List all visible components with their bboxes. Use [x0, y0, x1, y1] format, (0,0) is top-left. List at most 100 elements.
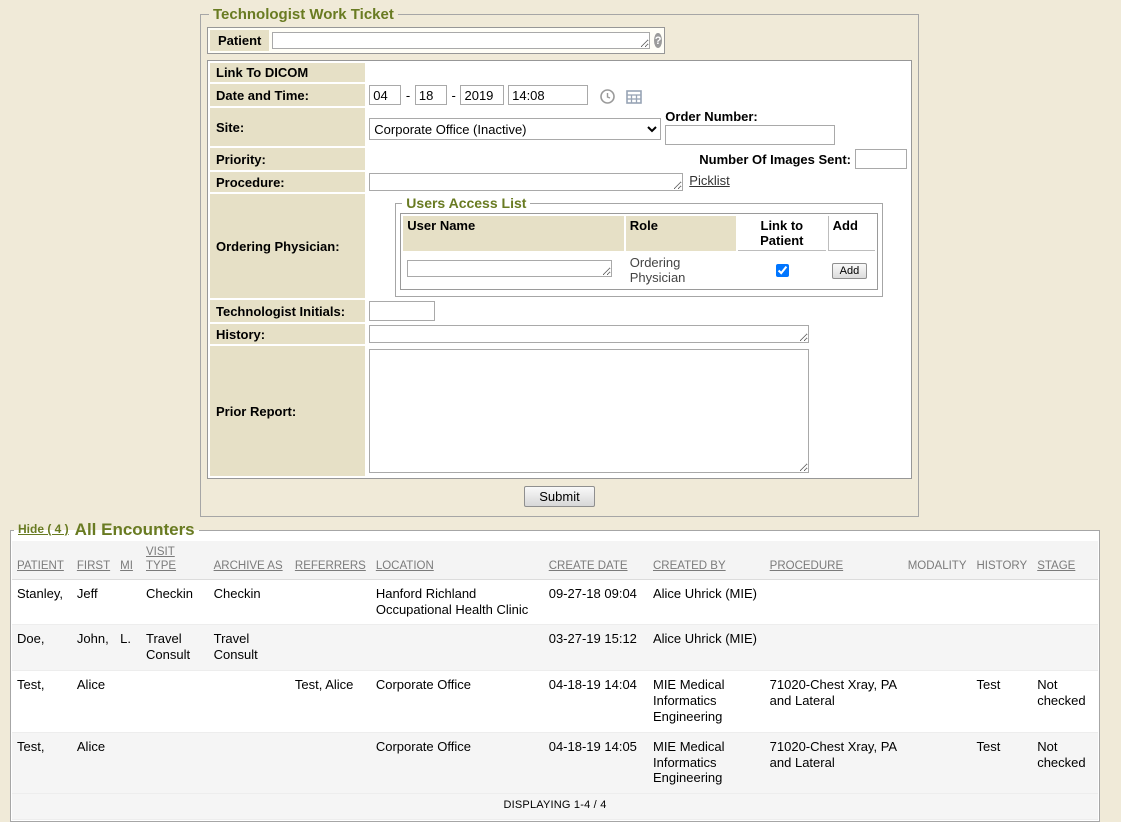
cell-visit-type: Checkin	[141, 579, 209, 625]
cell-created-by: Alice Uhrick (MIE)	[648, 625, 765, 671]
column-header-created-by[interactable]: CREATED BY	[648, 541, 765, 579]
column-header-modality: MODALITY	[903, 541, 972, 579]
cell-create-date: 03-27-19 15:12	[544, 625, 648, 671]
cell-create-date: 09-27-18 09:04	[544, 579, 648, 625]
cell-mi	[115, 732, 141, 794]
time-input[interactable]	[508, 85, 588, 105]
cell-create-date: 04-18-19 14:04	[544, 671, 648, 733]
cell-created-by: Alice Uhrick (MIE)	[648, 579, 765, 625]
picklist-link[interactable]: Picklist	[689, 173, 729, 188]
row-ordering-physician: Ordering Physician: Users Access List Us…	[210, 194, 909, 298]
cell-first: Jeff	[72, 579, 115, 625]
ordering-physician-label: Ordering Physician:	[210, 194, 365, 298]
column-header-location[interactable]: LOCATION	[371, 541, 544, 579]
procedure-label: Procedure:	[210, 172, 365, 192]
cell-modality	[903, 625, 972, 671]
history-input[interactable]	[369, 325, 809, 343]
date-year-input[interactable]	[460, 85, 504, 105]
row-prior-report: Prior Report:	[210, 346, 909, 476]
cell-first: John,	[72, 625, 115, 671]
help-icon[interactable]: ?	[654, 33, 662, 48]
column-header-first[interactable]: FIRST	[72, 541, 115, 579]
date-day-input[interactable]	[415, 85, 447, 105]
cell-visit-type	[141, 671, 209, 733]
row-date-time: Date and Time: - -	[210, 84, 909, 106]
cell-modality	[903, 732, 972, 794]
date-month-input[interactable]	[369, 85, 401, 105]
column-header-archive-as[interactable]: ARCHIVE AS	[209, 541, 290, 579]
prior-report-label: Prior Report:	[210, 346, 365, 476]
hide-link[interactable]: Hide ( 4 )	[18, 522, 69, 536]
tech-initials-input[interactable]	[369, 301, 435, 321]
cell-created-by: MIE Medical Informatics Engineering	[648, 732, 765, 794]
cell-mi	[115, 671, 141, 733]
cell-mi	[115, 579, 141, 625]
cell-referrers	[290, 732, 371, 794]
link-to-patient-checkbox[interactable]	[776, 264, 789, 277]
row-site: Site: Corporate Office (Inactive) Order …	[210, 108, 909, 146]
column-header-mi[interactable]: MI	[115, 541, 141, 579]
patient-input[interactable]	[272, 32, 650, 49]
cell-procedure: 71020-Chest Xray, PA and Lateral	[765, 732, 903, 794]
link-to-patient-column-header: Link to Patient	[738, 216, 826, 251]
site-label: Site:	[210, 108, 365, 146]
encounters-legend: Hide ( 4 ) All Encounters	[14, 520, 199, 540]
cell-stage: Not checked	[1032, 671, 1098, 733]
history-label: History:	[210, 324, 365, 344]
encounters-footer-row: DISPLAYING 1-4 / 4	[12, 794, 1098, 819]
order-number-label: Order Number:	[665, 109, 835, 124]
cell-stage: Not checked	[1032, 732, 1098, 794]
column-header-patient[interactable]: PATIENT	[12, 541, 72, 579]
cell-modality	[903, 671, 972, 733]
cell-modality	[903, 579, 972, 625]
encounter-row[interactable]: Test,AliceTest, AliceCorporate Office04-…	[12, 671, 1098, 733]
submit-button[interactable]: Submit	[524, 486, 594, 507]
clock-icon[interactable]	[600, 89, 615, 104]
priority-label: Priority:	[210, 148, 365, 170]
cell-location: Corporate Office	[371, 732, 544, 794]
date-time-label: Date and Time:	[210, 84, 365, 106]
row-link-to-dicom: Link To DICOM	[210, 63, 909, 82]
cell-history	[972, 579, 1033, 625]
user-name-input[interactable]	[407, 260, 612, 277]
column-header-stage[interactable]: STAGE	[1032, 541, 1098, 579]
encounters-title: All Encounters	[75, 520, 195, 539]
cell-mi: L.	[115, 625, 141, 671]
page: { "colors": { "accent_olive": "#697b22",…	[0, 0, 1121, 806]
encounter-row[interactable]: Test,Alice Corporate Office04-18-19 14:05…	[12, 732, 1098, 794]
images-sent-input[interactable]	[855, 149, 907, 169]
column-header-referrers[interactable]: REFERRERS	[290, 541, 371, 579]
cell-first: Alice	[72, 732, 115, 794]
prior-report-input[interactable]	[369, 349, 809, 473]
calendar-icon[interactable]	[626, 89, 642, 104]
cell-location: Corporate Office	[371, 671, 544, 733]
link-to-dicom-label: Link To DICOM	[210, 63, 365, 82]
cell-archive-as	[209, 671, 290, 733]
role-value: Ordering Physician	[626, 253, 736, 287]
date-separator: -	[406, 88, 410, 103]
work-ticket-form: Link To DICOM Date and Time: - -	[207, 60, 912, 479]
column-header-procedure[interactable]: PROCEDURE	[765, 541, 903, 579]
work-ticket-panel: Technologist Work Ticket Patient ? Link …	[200, 6, 919, 517]
encounters-table: PATIENTFIRSTMIVISIT TYPEARCHIVE ASREFERR…	[12, 541, 1098, 820]
cell-procedure	[765, 579, 903, 625]
patient-row: Patient ?	[207, 27, 665, 54]
cell-create-date: 04-18-19 14:05	[544, 732, 648, 794]
order-number-input[interactable]	[665, 125, 835, 145]
procedure-input[interactable]	[369, 173, 683, 191]
cell-referrers	[290, 625, 371, 671]
row-priority: Priority: Number Of Images Sent:	[210, 148, 909, 170]
encounter-row[interactable]: Stanley,JeffCheckinCheckinHanford Richla…	[12, 579, 1098, 625]
users-access-list-panel: Users Access List User Name Role Link to…	[395, 195, 883, 297]
cell-referrers	[290, 579, 371, 625]
column-header-create-date[interactable]: CREATE DATE	[544, 541, 648, 579]
encounter-row[interactable]: Doe,John,L.Travel ConsultTravel Consult0…	[12, 625, 1098, 671]
cell-visit-type	[141, 732, 209, 794]
encounters-header-row: PATIENTFIRSTMIVISIT TYPEARCHIVE ASREFERR…	[12, 541, 1098, 579]
column-header-visit-type[interactable]: VISIT TYPE	[141, 541, 209, 579]
cell-visit-type: Travel Consult	[141, 625, 209, 671]
cell-patient: Test,	[12, 732, 72, 794]
cell-procedure	[765, 625, 903, 671]
add-user-button[interactable]: Add	[832, 263, 868, 279]
site-select[interactable]: Corporate Office (Inactive)	[369, 118, 661, 140]
